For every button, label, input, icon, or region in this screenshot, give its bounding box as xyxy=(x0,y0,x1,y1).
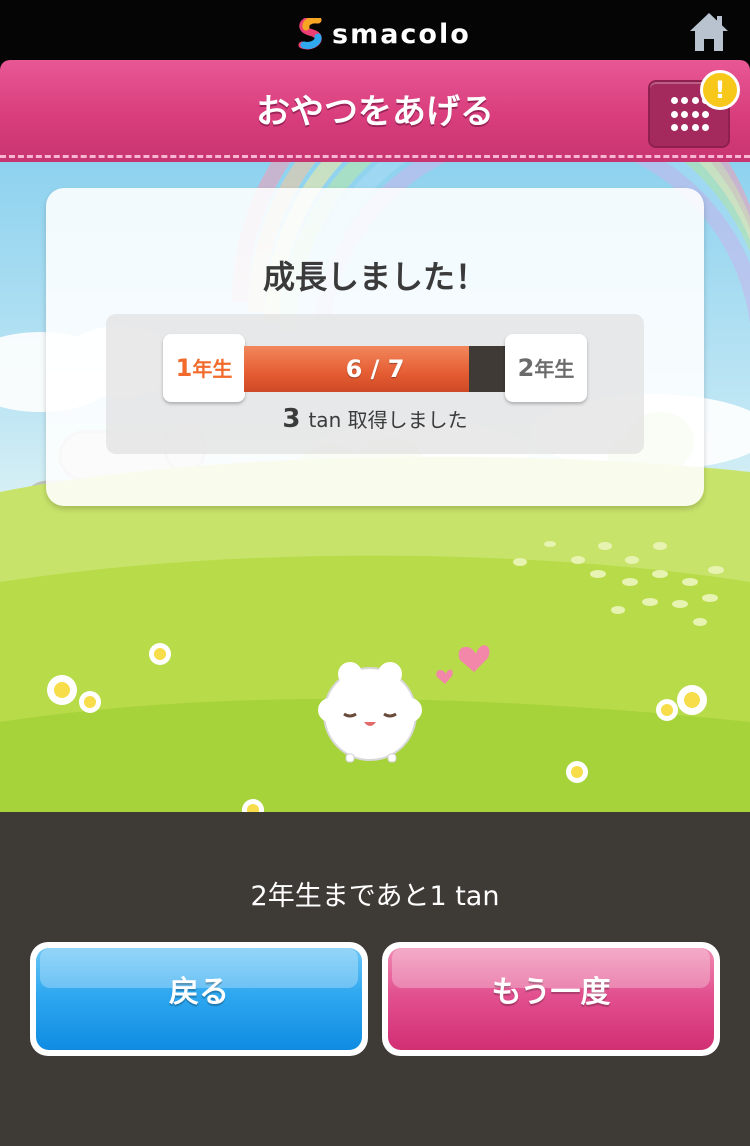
result-title: 成長しました！ xyxy=(262,258,487,296)
current-grade-unit: 年生 xyxy=(192,357,233,381)
tan-earned-text: 3 tan 取得しました xyxy=(0,404,750,434)
next-grade-unit: 年生 xyxy=(534,357,575,381)
growth-progress-text: 6 / 7 xyxy=(345,355,405,383)
home-icon[interactable] xyxy=(688,10,730,54)
current-grade-box: 1年生 xyxy=(163,334,245,402)
bottom-panel: 2年生まであと1 tan 戻る もう一度 xyxy=(0,812,750,1146)
notification-badge: ! xyxy=(700,70,740,110)
back-button-label: 戻る xyxy=(169,975,229,1010)
app-name: smacolo xyxy=(332,18,471,50)
back-button[interactable]: 戻る xyxy=(30,942,368,1056)
remaining-tan-text: 2年生まであと1 tan xyxy=(250,881,500,912)
smacolo-logo-icon xyxy=(298,18,322,50)
tan-earned-label: tan 取得しました xyxy=(308,408,468,432)
smacolo-logo: smacolo xyxy=(296,14,471,54)
tan-earned-count: 3 xyxy=(282,404,301,434)
next-grade-box: 2年生 xyxy=(505,334,587,402)
feed-again-button-label: もう一度 xyxy=(491,975,611,1010)
feed-again-button[interactable]: もう一度 xyxy=(382,942,720,1056)
grid-menu-icon xyxy=(671,97,709,135)
top-bar: smacolo xyxy=(0,0,750,66)
page-header: おやつをあげる xyxy=(0,60,750,162)
page-title: おやつをあげる xyxy=(256,92,494,132)
next-grade-number: 2 xyxy=(517,354,535,382)
growth-progress-bar: 6 / 7 xyxy=(244,346,506,392)
current-grade-number: 1 xyxy=(175,354,193,382)
